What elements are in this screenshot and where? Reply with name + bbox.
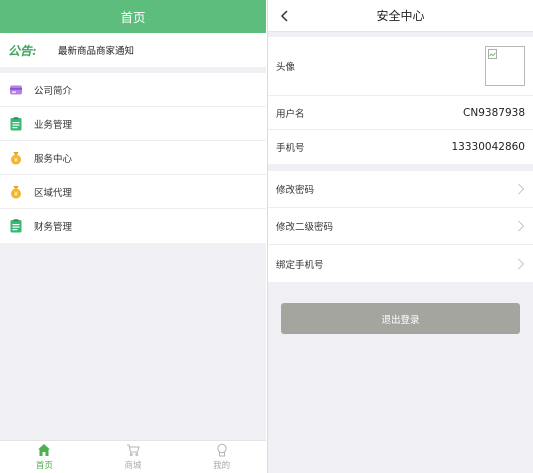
security-screen: 安全中心 头像 用户名 CN9387938 手机号 13330042860 修改… xyxy=(267,0,533,473)
username-row: 用户名 CN9387938 xyxy=(268,96,533,130)
tab-home[interactable]: 首页 xyxy=(0,441,89,473)
username-value: CN9387938 xyxy=(463,106,525,119)
svg-text:¥: ¥ xyxy=(14,190,18,198)
document-icon xyxy=(9,116,23,131)
home-screen: 首页 公告: 最新商品商家通知 公司简介 业务管理 ¥ 服务中心 ¥ 区域代理 … xyxy=(0,0,266,473)
home-menu: 公司简介 业务管理 ¥ 服务中心 ¥ 区域代理 财务管理 xyxy=(0,73,266,243)
broken-image-icon xyxy=(488,49,497,59)
document-icon xyxy=(9,219,23,233)
menu-item-label: 区域代理 xyxy=(34,187,73,199)
menu-item-business[interactable]: 业务管理 xyxy=(0,107,266,141)
user-icon xyxy=(215,443,229,457)
menu-item-finance[interactable]: 财务管理 xyxy=(0,209,266,243)
security-actions: 修改密码 修改二级密码 绑定手机号 xyxy=(268,171,533,282)
home-icon xyxy=(37,443,51,457)
bind-phone-row[interactable]: 绑定手机号 xyxy=(268,245,533,282)
chevron-right-icon xyxy=(518,258,525,269)
card-icon xyxy=(9,83,23,97)
tab-mall[interactable]: 商城 xyxy=(89,441,178,473)
money-bag-icon: ¥ xyxy=(9,185,23,199)
chevron-right-icon xyxy=(518,220,525,232)
menu-item-label: 财务管理 xyxy=(34,222,73,233)
security-header: 安全中心 xyxy=(268,0,533,32)
notice-bar[interactable]: 公告: 最新商品商家通知 xyxy=(0,33,266,67)
tab-label: 商城 xyxy=(124,461,142,471)
phone-label: 手机号 xyxy=(276,143,305,154)
menu-item-regional-agent[interactable]: ¥ 区域代理 xyxy=(0,175,266,209)
tab-mine[interactable]: 我的 xyxy=(177,441,266,473)
divider xyxy=(268,164,533,171)
bottom-tab-bar: 首页 商城 我的 xyxy=(0,440,266,473)
notice-text[interactable]: 最新商品商家通知 xyxy=(58,43,134,57)
username-label: 用户名 xyxy=(276,108,305,120)
page-title: 首页 xyxy=(120,10,146,25)
chevron-right-icon xyxy=(518,183,525,195)
menu-item-service-center[interactable]: ¥ 服务中心 xyxy=(0,141,266,175)
bind-phone-label: 绑定手机号 xyxy=(276,259,324,271)
notice-logo: 公告: xyxy=(8,43,37,58)
logout-wrap: 退出登录 xyxy=(268,303,533,334)
page-title: 安全中心 xyxy=(376,9,425,23)
phone-value: 13330042860 xyxy=(451,141,526,153)
avatar-label: 头像 xyxy=(276,62,296,73)
menu-item-company-intro[interactable]: 公司简介 xyxy=(0,73,266,107)
change-password-row[interactable]: 修改密码 xyxy=(268,171,533,208)
cart-icon xyxy=(126,443,140,457)
change-secondary-password-row[interactable]: 修改二级密码 xyxy=(268,208,533,245)
avatar[interactable] xyxy=(485,46,525,86)
change-secondary-password-label: 修改二级密码 xyxy=(276,222,334,233)
svg-text:¥: ¥ xyxy=(14,156,18,164)
tab-label: 我的 xyxy=(213,461,231,471)
menu-item-label: 服务中心 xyxy=(34,153,73,165)
logout-button[interactable]: 退出登录 xyxy=(281,303,520,334)
money-bag-icon: ¥ xyxy=(9,151,23,165)
avatar-row[interactable]: 头像 xyxy=(268,37,533,96)
menu-item-label: 公司简介 xyxy=(34,85,73,97)
tab-label: 首页 xyxy=(35,461,53,471)
phone-row: 手机号 13330042860 xyxy=(268,130,533,164)
change-password-label: 修改密码 xyxy=(276,185,315,196)
profile-section: 头像 用户名 CN9387938 手机号 13330042860 xyxy=(268,37,533,164)
back-arrow-icon[interactable] xyxy=(278,9,292,23)
menu-item-label: 业务管理 xyxy=(34,119,73,131)
home-header: 首页 xyxy=(0,0,266,33)
